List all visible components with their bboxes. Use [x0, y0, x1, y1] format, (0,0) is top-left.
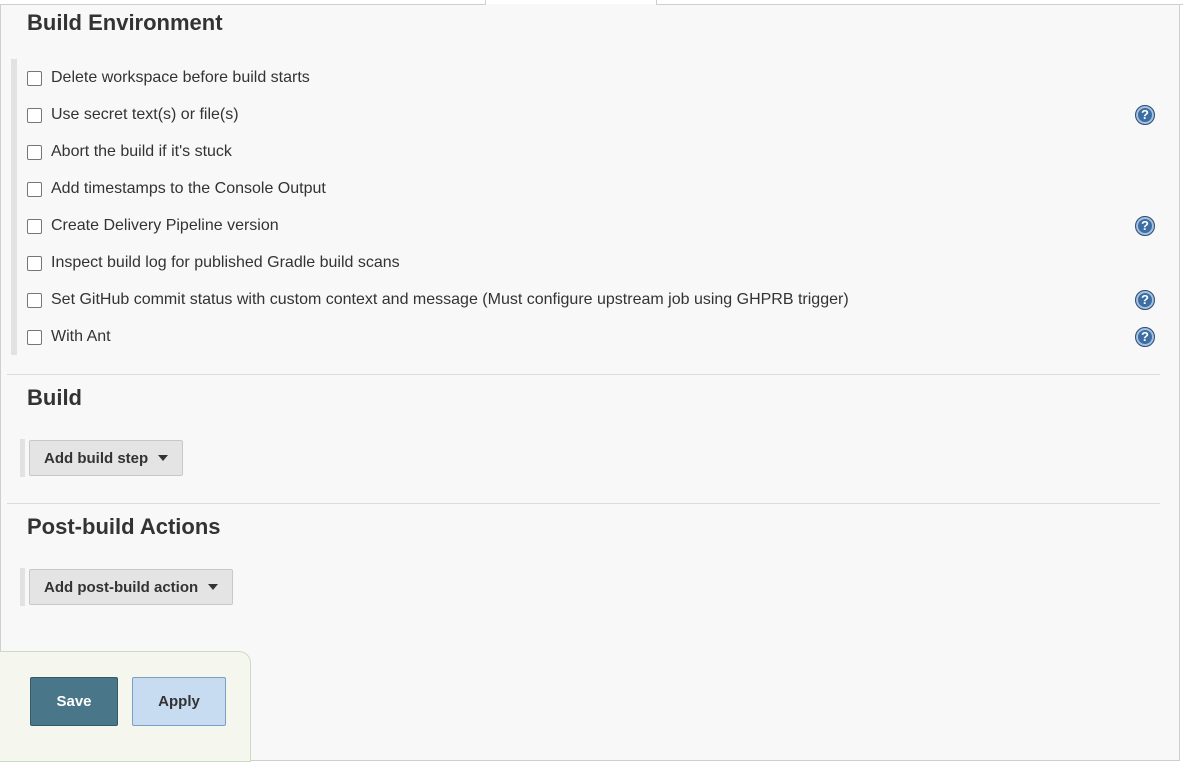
job-config-page: Build Environment Delete workspace befor… — [0, 0, 1183, 762]
post-build-step-bar — [20, 568, 25, 606]
option-github-status[interactable]: Set GitHub commit status with custom con… — [27, 289, 1157, 311]
option-secret-text[interactable]: Use secret text(s) or file(s) ? — [27, 104, 1157, 126]
build-environment-title: Build Environment — [27, 10, 223, 35]
build-step-bar — [20, 439, 25, 477]
post-build-title: Post-build Actions — [27, 514, 221, 539]
delivery-pipeline-checkbox[interactable] — [27, 218, 42, 234]
option-label: Use secret text(s) or file(s) — [51, 106, 239, 123]
secret-text-checkbox[interactable] — [27, 107, 42, 123]
timestamps-checkbox[interactable] — [27, 181, 42, 197]
caret-down-icon — [158, 455, 169, 461]
option-label: Delete workspace before build starts — [51, 69, 310, 86]
apply-button[interactable]: Apply — [132, 677, 226, 726]
build-environment-group-bar — [11, 59, 17, 355]
active-tab-edge-right — [656, 0, 657, 5]
option-delete-workspace[interactable]: Delete workspace before build starts — [27, 67, 1157, 89]
option-label: Abort the build if it's stuck — [51, 143, 232, 160]
help-icon[interactable]: ? — [1135, 216, 1155, 236]
build-title: Build — [27, 385, 82, 410]
option-abort-stuck[interactable]: Abort the build if it's stuck — [27, 141, 1157, 163]
save-button[interactable]: Save — [30, 677, 118, 726]
section-divider — [7, 503, 1160, 504]
tab-border-right — [656, 4, 1183, 5]
active-tab-edge-left — [485, 0, 486, 5]
section-divider — [7, 374, 1160, 375]
abort-stuck-checkbox[interactable] — [27, 144, 42, 160]
option-label: Add timestamps to the Console Output — [51, 180, 326, 197]
delete-workspace-checkbox[interactable] — [27, 70, 42, 86]
add-post-build-action-label: Add post-build action — [44, 578, 199, 596]
help-icon[interactable]: ? — [1135, 327, 1155, 347]
github-status-checkbox[interactable] — [27, 292, 42, 308]
option-label: Inspect build log for published Gradle b… — [51, 254, 400, 271]
add-build-step-label: Add build step — [44, 449, 149, 467]
option-label: With Ant — [51, 328, 111, 345]
option-label: Create Delivery Pipeline version — [51, 217, 279, 234]
option-delivery-pipeline[interactable]: Create Delivery Pipeline version ? — [27, 215, 1157, 237]
with-ant-checkbox[interactable] — [27, 329, 42, 345]
option-label: Set GitHub commit status with custom con… — [51, 291, 849, 308]
gradle-scans-checkbox[interactable] — [27, 255, 42, 271]
option-gradle-scans[interactable]: Inspect build log for published Gradle b… — [27, 252, 1157, 274]
help-icon[interactable]: ? — [1135, 105, 1155, 125]
add-post-build-action-button[interactable]: Add post-build action — [29, 569, 234, 605]
caret-down-icon — [208, 584, 219, 590]
option-with-ant[interactable]: With Ant ? — [27, 326, 1157, 348]
help-icon[interactable]: ? — [1135, 290, 1155, 310]
option-timestamps[interactable]: Add timestamps to the Console Output — [27, 178, 1157, 200]
tab-border-left — [0, 4, 486, 5]
add-build-step-button[interactable]: Add build step — [29, 440, 184, 476]
